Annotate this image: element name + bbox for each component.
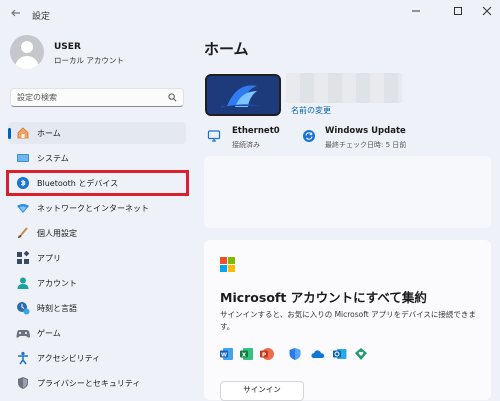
- accounts-icon: [17, 277, 29, 289]
- powerpoint-icon: P: [260, 348, 274, 360]
- back-arrow-icon[interactable]: [8, 7, 24, 23]
- user-name: USER: [54, 42, 81, 52]
- sidebar-item-accounts[interactable]: アカウント: [8, 272, 186, 294]
- sidebar-item-accessibility[interactable]: アクセシビリティ: [8, 347, 186, 369]
- wallpaper-image: [207, 76, 279, 114]
- sidebar-item-gaming[interactable]: ゲーム: [8, 322, 186, 344]
- rename-link[interactable]: 名前の変更: [291, 105, 331, 116]
- sidebar-item-apps[interactable]: アプリ: [8, 247, 186, 269]
- excel-icon: X: [240, 348, 253, 360]
- update-status: 最終チェック日時: 5 日前: [325, 141, 407, 149]
- account-card-description: サインインすると、お気に入りの Microsoft アプリをデバイスに接続できま…: [220, 310, 476, 331]
- time-language-icon: [17, 302, 30, 315]
- search-box[interactable]: [10, 88, 184, 107]
- microsoft-logo-icon: [220, 257, 235, 272]
- maximize-button[interactable]: [447, 3, 469, 17]
- network-name[interactable]: Ethernet0: [232, 126, 280, 136]
- sidebar-item-label: アカウント: [37, 279, 77, 288]
- family-icon: [355, 348, 367, 360]
- highlight-annotation: [6, 170, 189, 196]
- page-title: ホーム: [204, 40, 249, 58]
- sidebar-item-time-language[interactable]: 時刻と言語: [8, 297, 186, 319]
- sidebar-item-label: アクセシビリティ: [37, 354, 101, 363]
- word-icon: W: [220, 348, 233, 360]
- sidebar-item-label: ホーム: [37, 129, 61, 138]
- sidebar-item-label: プライバシーとセキュリティ: [37, 379, 141, 388]
- onedrive-icon: [311, 350, 325, 358]
- privacy-icon: [18, 377, 28, 389]
- minimize-button[interactable]: [405, 3, 427, 17]
- network-status: 接続済み: [232, 141, 260, 149]
- signin-button[interactable]: サインイン: [220, 381, 304, 401]
- sidebar-item-label: ゲーム: [37, 329, 61, 338]
- device-name-redacted: [286, 73, 402, 103]
- defender-icon: [289, 348, 301, 360]
- accessibility-icon: [18, 351, 28, 365]
- sidebar-item-label: 時刻と言語: [37, 304, 77, 313]
- account-type: ローカル アカウント: [54, 56, 124, 65]
- sidebar-item-label: 個人用設定: [37, 229, 77, 238]
- sidebar-item-home[interactable]: ホーム: [8, 122, 186, 144]
- outlook-icon: [333, 349, 347, 359]
- sidebar-item-system[interactable]: システム: [8, 147, 186, 169]
- close-button[interactable]: [476, 3, 498, 17]
- avatar[interactable]: [10, 35, 44, 69]
- sidebar-item-network[interactable]: ネットワークとインターネット: [8, 197, 186, 219]
- device-thumbnail[interactable]: [205, 74, 281, 116]
- update-icon: [303, 130, 315, 142]
- gaming-icon: [16, 330, 30, 338]
- apps-icon: [17, 251, 30, 264]
- app-title: 設定: [32, 12, 51, 22]
- update-title[interactable]: Windows Update: [325, 126, 406, 136]
- svg-text:P: P: [262, 352, 266, 358]
- sidebar-item-label: システム: [37, 154, 69, 163]
- sidebar-item-personalization[interactable]: 個人用設定: [8, 222, 186, 244]
- active-indicator: [8, 128, 11, 139]
- svg-text:W: W: [221, 352, 227, 358]
- ethernet-icon: [207, 130, 221, 142]
- sidebar-item-label: アプリ: [37, 254, 61, 263]
- personalization-icon: [18, 227, 28, 238]
- sidebar-item-label: ネットワークとインターネット: [37, 204, 149, 213]
- sidebar-item-privacy[interactable]: プライバシーとセキュリティ: [8, 372, 186, 394]
- network-icon: [17, 204, 29, 213]
- system-icon: [17, 154, 29, 162]
- home-icon: [17, 127, 29, 139]
- search-input[interactable]: [17, 91, 167, 104]
- search-icon[interactable]: [168, 93, 177, 102]
- account-card-title: Microsoft アカウントにすべて集約: [220, 290, 427, 305]
- recommended-card: [204, 156, 491, 228]
